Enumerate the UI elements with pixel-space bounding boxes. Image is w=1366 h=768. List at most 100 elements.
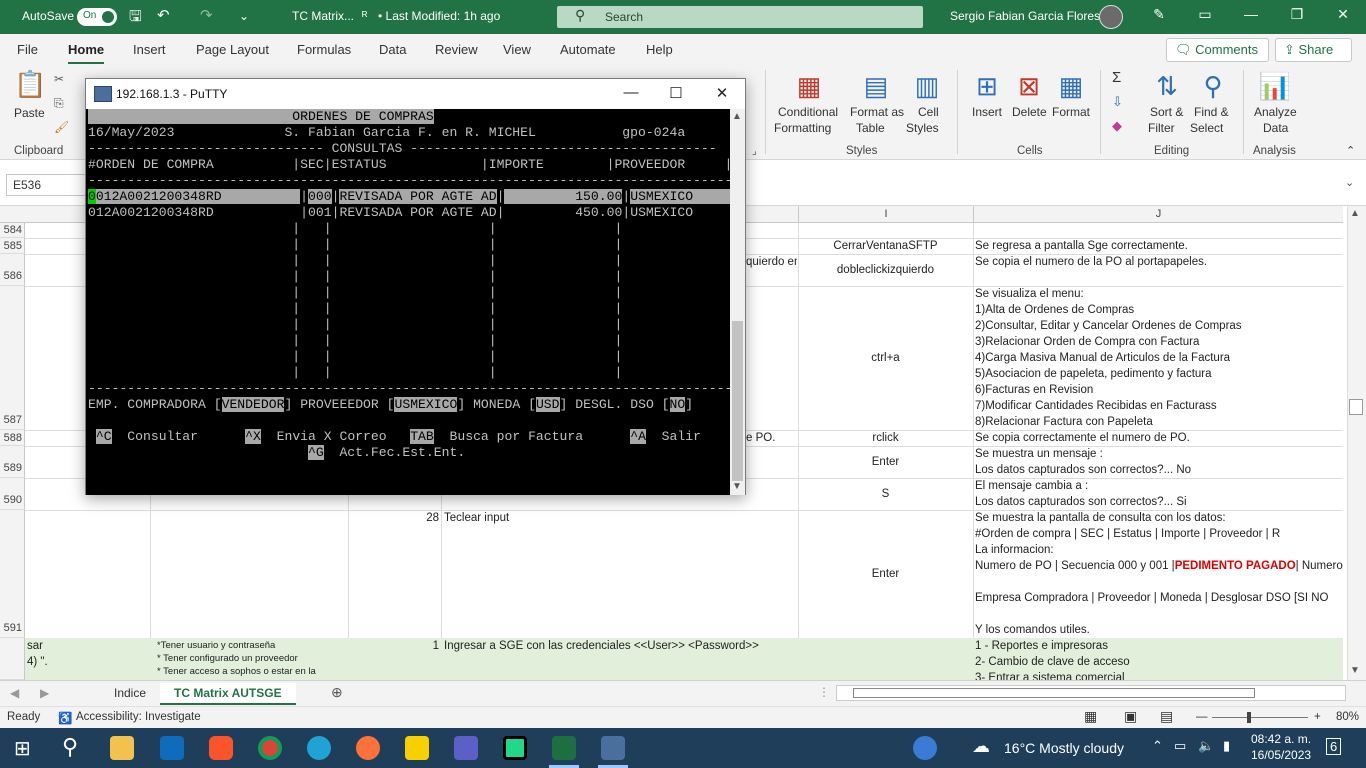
share-button[interactable]: ⇪ Share [1275,38,1352,62]
putty-close-icon[interactable]: ✕ [712,84,732,102]
cell-j591-line2[interactable]: #Orden de compra | SEC | Estatus | Impor… [975,526,1343,542]
ribbon-display-icon[interactable]: ▭ [1195,6,1215,23]
cell-j590-line1[interactable]: El mensaje cambia a : [975,478,1343,494]
putty-window[interactable]: 192.168.1.3 - PuTTY — ☐ ✕ ORDENES DE COM… [85,78,746,495]
notifications-badge[interactable]: 6 [1326,738,1342,755]
scroll-up-arrow[interactable]: ▲ [1350,208,1360,219]
conditional-formatting-icon[interactable]: ▦ [792,72,826,100]
putty-scroll-thumb[interactable] [732,321,743,481]
zoom-in-icon[interactable]: + [1314,711,1321,723]
putty-taskbar-icon[interactable] [601,736,625,760]
cell-j588[interactable]: Se copia correctamente el numero de PO. [975,430,1343,446]
collapse-ribbon-icon[interactable]: ⌃ [1346,144,1355,159]
cell-j587[interactable]: Se visualiza el menu: 1)Alta de Ordenes … [975,286,1343,430]
cell-i588[interactable]: rclick [803,430,968,446]
accessibility-status[interactable]: Accessibility: Investigate [76,711,201,723]
sort-filter-label-2[interactable]: Filter [1148,121,1175,136]
putty-maximize-icon[interactable]: ☐ [666,84,686,102]
format-table-icon[interactable]: ▤ [859,72,893,100]
vertical-scrollbar[interactable] [1347,206,1366,680]
format-table-label-2[interactable]: Table [856,121,885,136]
last-modified[interactable]: • Last Modified: 1h ago [378,9,500,23]
terminal-screen[interactable]: ORDENES DE COMPRAS 16/May/2023 S. Fabian… [86,109,730,495]
cell-j-group-2[interactable]: 2- Cambio de clave de acceso [975,654,1343,670]
row-header[interactable]: 590 [0,478,25,510]
cell-i590[interactable]: S [803,486,968,502]
name-box[interactable]: E536 [6,174,86,196]
putty-scrollbar[interactable]: ▲ ▼ [730,109,745,495]
putty-minimize-icon[interactable]: — [621,84,641,101]
autosum-icon[interactable]: Σ [1112,70,1121,85]
zoom-slider[interactable] [1212,717,1308,718]
format-cells-icon[interactable]: ▦ [1054,72,1088,100]
tab-split-handle[interactable]: ⋮ [818,685,830,699]
prev-sheet-icon[interactable]: ◀ [10,686,19,700]
sheet-tab-tc-matrix[interactable]: TC Matrix AUTSGE [160,683,296,705]
cell-i591[interactable]: Enter [803,566,968,582]
cell-b-prereq-2[interactable]: * Tener configurado un proveedor [157,652,347,665]
cell-b-prereq-1[interactable]: *Tener usuario y contraseña [157,639,347,652]
paste-icon[interactable]: 📋 [14,70,46,98]
document-title[interactable]: TC Matrix... [292,9,354,23]
cell-j589-line1[interactable]: Se muestra un mensaje : [975,446,1343,462]
comments-button[interactable]: 🗨 Comments [1166,38,1269,62]
dialog-launcher-icon[interactable]: ⌟ [752,144,757,159]
analyze-data-label-2[interactable]: Data [1263,121,1288,136]
next-sheet-icon[interactable]: ▶ [40,686,49,700]
find-select-icon[interactable]: ⚲ [1196,72,1230,100]
scroll-down-arrow[interactable]: ▼ [732,481,742,492]
select-all-corner[interactable] [0,206,25,223]
cell-j591-line3[interactable]: La informacion: [975,542,1343,558]
cell-styles-label-2[interactable]: Styles [906,121,939,136]
cell-h-step[interactable]: Ingresar a SGE con las credenciales <<Us… [444,638,794,654]
excel-icon[interactable] [552,736,576,760]
insert-cells-icon[interactable]: ⊞ [970,72,1004,100]
horizontal-scrollbar[interactable] [836,685,1346,701]
cell-i585[interactable]: CerrarVentanaSFTP [803,238,968,254]
cell-j591-line1[interactable]: Se muestra la pantalla de consulta con l… [975,510,1343,526]
clock-date[interactable]: 16/05/2023 [1251,748,1311,762]
save-icon[interactable]: 🖫 [129,6,142,31]
outlook-icon[interactable] [160,736,184,760]
weather-cloud-icon[interactable]: ☁ [972,736,990,757]
terminal-row-2[interactable]: 012A0021200348RD |001|REVISADA POR AGTE … [88,205,730,221]
tab-review[interactable]: Review [435,42,478,57]
terminal-row-1[interactable]: 0012A0021200348RD |000|REVISADA POR AGTE… [88,189,730,205]
cell-j591-line4[interactable]: Numero de PO | Secuencia 000 y 001 |PEDI… [975,558,1343,574]
tab-data[interactable]: Data [379,42,406,57]
battery-icon[interactable]: ▮ [1223,738,1230,754]
cell-j-group-1[interactable]: 1 - Reportes e impresoras [975,638,1343,654]
terminal-commands-2[interactable]: ^G Act.Fec.Est.Ent. [88,445,465,461]
edge-icon[interactable] [307,736,331,760]
row-header[interactable]: 585 [0,238,25,254]
cell-j589-line2[interactable]: Los datos capturados son correctos?... N… [975,462,1343,478]
add-sheet-icon[interactable]: ⊕ [331,684,343,701]
fill-icon[interactable]: ⇩ [1112,94,1123,109]
zoom-level[interactable]: 80% [1336,711,1359,723]
network-icon[interactable]: ▭ [1174,738,1186,754]
putty-title-bar[interactable]: 192.168.1.3 - PuTTY — ☐ ✕ [86,79,745,109]
tab-page-layout[interactable]: Page Layout [196,42,269,57]
cell-j590-line2[interactable]: Los datos capturados son correctos?... S… [975,494,1343,510]
search-box[interactable]: ⚲ Search [557,6,923,28]
autosave-toggle[interactable]: On [77,8,117,26]
analyze-data-label-1[interactable]: Analyze [1254,105,1297,120]
cell-j591-line6[interactable]: Y los comandos utiles. [975,622,1343,638]
conditional-formatting-label-2[interactable]: Formatting [774,121,831,136]
cell-styles-label-1[interactable]: Cell [918,105,939,120]
copy-icon[interactable]: ⎘ [54,96,64,111]
cell-i587[interactable]: ctrl+a [803,350,968,366]
row-header[interactable]: 588 [0,430,25,446]
cell-a-group-2[interactable]: 4) ". [27,654,147,670]
cell-j585[interactable]: Se regresa a pantalla Sge correctamente. [975,238,1343,254]
find-select-label-1[interactable]: Find & [1194,105,1229,120]
cell-styles-icon[interactable]: ▥ [910,72,944,100]
tab-formulas[interactable]: Formulas [297,42,351,57]
accessibility-icon[interactable]: ♿ [58,711,72,725]
zoom-out-icon[interactable]: — [1196,711,1208,723]
tab-help[interactable]: Help [646,42,673,57]
pycharm-icon[interactable] [503,736,527,760]
row-header[interactable] [0,638,25,680]
cell-j-group-3[interactable]: 3- Entrar a sistema comercial [975,670,1343,680]
help-icon[interactable] [913,736,937,760]
